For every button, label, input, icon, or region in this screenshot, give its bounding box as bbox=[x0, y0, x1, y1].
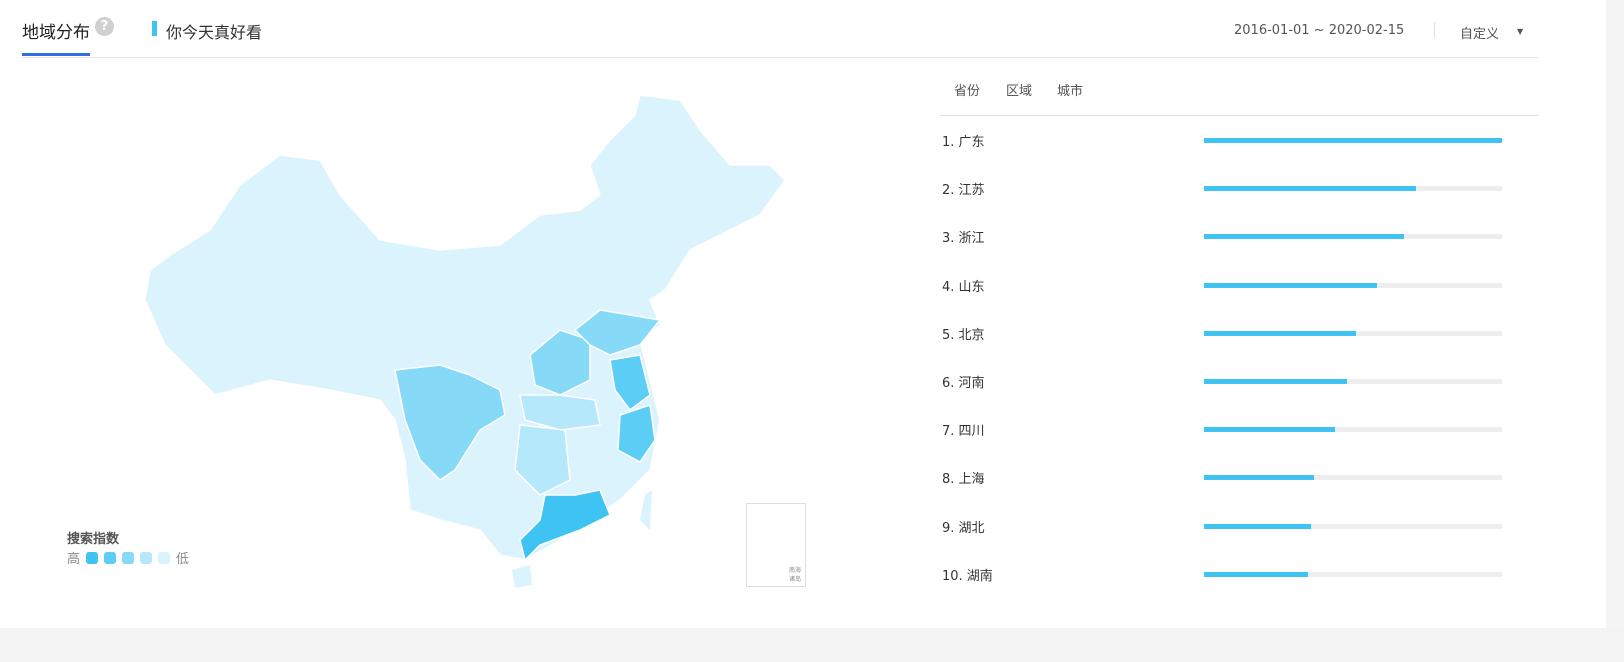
map-region-taiwan[interactable] bbox=[640, 490, 652, 530]
progress-fill bbox=[1204, 427, 1336, 433]
progress-track bbox=[1204, 330, 1502, 336]
progress-fill bbox=[1204, 234, 1404, 240]
progress-fill bbox=[1204, 138, 1502, 143]
ranking-row: 9. 湖北 bbox=[942, 517, 1512, 537]
legend-swatch bbox=[104, 551, 117, 564]
progress-fill bbox=[1204, 523, 1312, 529]
ranking-label: 3. 浙江 bbox=[942, 231, 985, 247]
divider bbox=[1434, 22, 1435, 38]
progress-track bbox=[1204, 475, 1502, 481]
ranking-label: 5. 北京 bbox=[942, 327, 985, 343]
progress-track bbox=[1204, 234, 1502, 240]
progress-fill bbox=[1204, 330, 1356, 336]
keyword-label: 你今天真好看 bbox=[152, 19, 262, 43]
ranking-row: 4. 山东 bbox=[942, 276, 1512, 296]
tab-province[interactable]: 省份 bbox=[954, 80, 980, 99]
progress-fill bbox=[1204, 571, 1309, 577]
legend-swatch bbox=[86, 551, 99, 564]
ranking-label: 10. 湖南 bbox=[942, 568, 993, 584]
range-select[interactable]: 自定义 bbox=[1460, 23, 1499, 42]
date-range[interactable]: 2016-01-01 ~ 2020-02-15 bbox=[1234, 23, 1404, 38]
ranking-label: 9. 湖北 bbox=[942, 520, 985, 536]
tab-region-distribution[interactable]: 地域分布 bbox=[22, 18, 90, 43]
ranking-label: 6. 河南 bbox=[942, 376, 985, 391]
legend-swatch bbox=[158, 551, 171, 564]
legend-high: 高 bbox=[67, 552, 81, 567]
ranking-row: 5. 北京 bbox=[942, 324, 1512, 344]
ranking-row: 1. 广东 bbox=[942, 131, 1512, 151]
progress-track bbox=[1204, 138, 1502, 143]
legend-swatch bbox=[140, 551, 153, 564]
ranking-row: 6. 河南 bbox=[942, 372, 1512, 392]
progress-track bbox=[1204, 523, 1502, 529]
map-region-base[interactable] bbox=[144, 94, 786, 561]
map-region-hainan[interactable] bbox=[512, 565, 532, 588]
chevron-down-icon[interactable]: ▼ bbox=[1517, 27, 1523, 36]
keyword-text: 你今天真好看 bbox=[166, 23, 263, 42]
progress-track bbox=[1204, 186, 1502, 192]
legend-swatch bbox=[122, 551, 135, 564]
ranking-row: 2. 江苏 bbox=[942, 179, 1512, 199]
ranking-label: 8. 上海 bbox=[942, 472, 985, 488]
legend: 高 低 bbox=[67, 548, 189, 567]
progress-fill bbox=[1204, 186, 1416, 192]
ranking-label: 7. 四川 bbox=[942, 424, 985, 440]
ranking-label: 2. 江苏 bbox=[942, 183, 985, 199]
progress-track bbox=[1204, 282, 1502, 288]
legend-title: 搜索指数 bbox=[67, 532, 120, 547]
ranking-row: 7. 四川 bbox=[942, 420, 1512, 440]
ranking-tabs: 省份 区域 城市 bbox=[940, 80, 1538, 116]
help-icon[interactable]: ? bbox=[95, 17, 114, 36]
active-tab-indicator bbox=[22, 53, 90, 56]
progress-fill bbox=[1204, 282, 1377, 288]
ranking-label: 1. 广东 bbox=[942, 135, 985, 150]
footer bbox=[0, 628, 1624, 662]
ranking-row: 3. 浙江 bbox=[942, 227, 1512, 247]
tab-city[interactable]: 城市 bbox=[1057, 80, 1083, 99]
south-china-sea-inset: 南海 诸岛 bbox=[746, 503, 806, 587]
progress-track bbox=[1204, 427, 1502, 433]
header: 地域分布 ? 你今天真好看 2016-01-01 ~ 2020-02-15 自定… bbox=[22, 0, 1538, 58]
inset-label: 南海 bbox=[788, 567, 801, 574]
scrollbar[interactable] bbox=[1606, 0, 1624, 662]
progress-track bbox=[1204, 379, 1502, 384]
ranking-row: 8. 上海 bbox=[942, 468, 1512, 488]
legend-low: 低 bbox=[176, 552, 190, 567]
progress-fill bbox=[1204, 475, 1315, 481]
progress-track bbox=[1204, 571, 1502, 577]
china-map bbox=[144, 94, 786, 588]
ranking-label: 4. 山东 bbox=[942, 279, 985, 295]
progress-fill bbox=[1204, 379, 1348, 384]
ranking-row: 10. 湖南 bbox=[942, 565, 1512, 585]
tab-area[interactable]: 区域 bbox=[1006, 80, 1032, 99]
inset-label: 诸岛 bbox=[788, 576, 801, 583]
